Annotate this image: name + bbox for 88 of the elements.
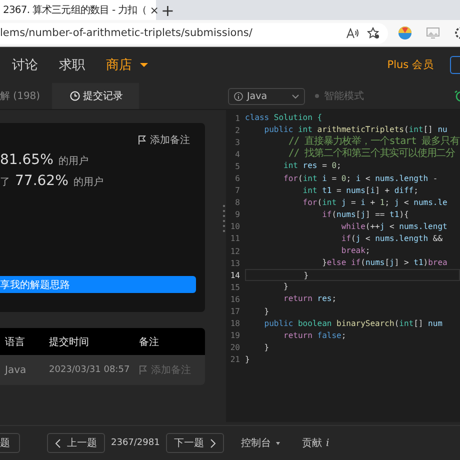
line-number: 6 <box>234 174 241 184</box>
line-number: 15 <box>229 282 241 292</box>
previous-button[interactable]: 上一题 <box>47 433 105 453</box>
column-header: 备注 <box>139 336 160 348</box>
line-number: 12 <box>229 246 241 256</box>
code-line: public boolean binarySearch(int[] num <box>263 318 444 330</box>
console-button[interactable]: 控制台 <box>241 436 280 450</box>
code-line: } <box>282 281 290 294</box>
code-line: // 找第二个和第三个其实可以使用二分 <box>287 148 456 160</box>
chevron-right-icon <box>210 438 216 448</box>
code-line: int t1 = nums[i] + diff; <box>302 184 420 197</box>
code-line: // 直接暴力枚举，一个start 最多只有 <box>287 136 460 148</box>
line-number: 8 <box>234 198 241 208</box>
line-number: 9 <box>234 210 241 220</box>
code-editor[interactable] <box>226 110 460 422</box>
line-number: 18 <box>229 319 241 328</box>
line-number: 20 <box>229 343 241 352</box>
stat-percentage: 77.62% <box>15 173 68 189</box>
panel-tab[interactable]: 提交记录 <box>52 83 140 109</box>
line-number: 1 <box>234 114 241 123</box>
table-cell-text: 2023/03/31 08:57 <box>49 365 131 375</box>
code-line: while(++j < nums.lengt <box>340 220 448 233</box>
url-text: lems/number-of-arithmetic-triplets/submissions/ <box>0 27 254 39</box>
line-number: 4 <box>234 150 241 159</box>
question-counter: 2367/2981 <box>111 438 160 448</box>
column-header: 语言 <box>5 336 26 348</box>
stat-percentage: 81.65% <box>0 152 54 168</box>
code-line: public int arithmeticTriplets(int[] nu <box>263 124 448 136</box>
nav-link[interactable]: 商店 <box>106 56 132 74</box>
address-bar[interactable]: lems/number-of-arithmetic-triplets/submissions/ <box>0 22 388 44</box>
line-number: 17 <box>229 307 241 316</box>
favorite-icon[interactable] <box>367 27 380 39</box>
extension-icon[interactable] <box>398 26 412 40</box>
column-header: 提交时间 <box>49 336 90 348</box>
nav-link[interactable]: 求职 <box>59 56 85 74</box>
caret-icon <box>140 63 148 67</box>
line-number: 3 <box>234 138 241 147</box>
browser-tab[interactable]: 2367. 算术三元组的数目 - 力扣（ × <box>0 0 156 20</box>
code-line: return false; <box>282 330 348 342</box>
code-line: break; <box>340 245 372 258</box>
line-number: 21 <box>229 355 241 364</box>
caret-icon <box>276 442 280 444</box>
line-number: 2 <box>234 126 241 135</box>
close-tab-button[interactable]: × <box>150 4 159 16</box>
code-line: int res = 0; <box>282 160 342 172</box>
new-tab-button[interactable]: + <box>161 0 174 20</box>
code-line: } <box>263 306 270 318</box>
code-line: return res; <box>282 293 338 306</box>
line-number: 14 <box>229 270 241 280</box>
table-cell-text: Java <box>5 364 28 376</box>
stat-label: 的用户 <box>73 176 104 189</box>
line-number: 10 <box>229 222 241 232</box>
code-line: class Solution { <box>245 112 324 124</box>
info-icon <box>234 92 243 100</box>
code-line: for(int j = i + 1; j < nums.le <box>302 196 448 209</box>
chevron-down-icon <box>292 94 299 98</box>
line-number: 11 <box>229 234 241 244</box>
contribute-link[interactable]: 贡献 i <box>302 436 330 450</box>
line-number: 7 <box>234 186 241 196</box>
code-line: } <box>245 354 251 366</box>
nav-link[interactable]: 讨论 <box>12 56 38 74</box>
tab-title: 2367. 算术三元组的数目 - 力扣（ <box>3 4 147 17</box>
code-line: for(int i = 0; i < nums.length - <box>282 172 439 185</box>
line-number: 5 <box>234 162 241 171</box>
flag-icon <box>139 365 147 375</box>
chevron-left-icon <box>55 438 61 448</box>
code-line: }else if(nums[j] > t1)brea <box>321 257 448 270</box>
read-aloud-icon[interactable] <box>346 28 359 38</box>
code-line: if(j < nums.length && <box>340 232 444 245</box>
pick-question-button[interactable]: 题 <box>0 433 20 453</box>
header-button[interactable] <box>450 56 460 74</box>
line-number: 19 <box>229 331 241 340</box>
alarm-clock-icon[interactable] <box>454 90 460 102</box>
language-select[interactable]: Java <box>228 88 305 104</box>
flag-icon <box>138 135 146 145</box>
stat-label: 了 <box>0 176 10 189</box>
line-number: 16 <box>229 294 241 304</box>
code-line: } <box>263 342 270 354</box>
next-button[interactable]: 下一题 <box>166 433 224 453</box>
share-button[interactable]: 享我的解题思路 <box>0 276 196 293</box>
clock-icon <box>70 91 80 101</box>
settings-icon[interactable] <box>454 26 460 40</box>
add-note-link[interactable]: 添加备注 <box>138 133 190 147</box>
resize-handle[interactable] <box>223 205 225 232</box>
plus-membership-link[interactable]: Plus 会员 <box>387 58 434 72</box>
code-line: if(nums[j] == t1){ <box>321 208 410 221</box>
line-number: 13 <box>229 258 241 268</box>
stat-label: 的用户 <box>58 154 88 168</box>
